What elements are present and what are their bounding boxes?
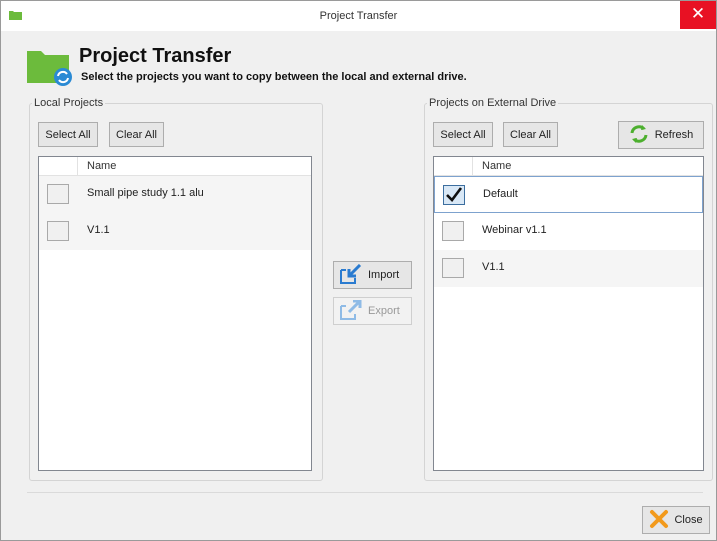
local-projects-label: Local Projects — [34, 97, 104, 109]
page-subtitle: Select the projects you want to copy bet… — [81, 71, 467, 83]
list-item[interactable]: Default — [434, 176, 703, 213]
refresh-label: Refresh — [654, 129, 694, 141]
external-projects-label: Projects on External Drive — [429, 97, 557, 109]
checkbox-cell — [39, 213, 77, 250]
checkbox-cell — [435, 177, 473, 212]
close-x-icon — [649, 509, 669, 532]
project-name: Webinar v1.1 — [482, 224, 547, 236]
footer-divider — [27, 492, 703, 493]
close-label: Close — [674, 514, 703, 526]
column-separator — [472, 157, 473, 175]
list-header: Name — [434, 157, 703, 176]
project-name: V1.1 — [87, 224, 110, 236]
list-item[interactable]: Webinar v1.1 — [434, 213, 703, 250]
row-checkbox[interactable] — [442, 258, 464, 278]
export-label: Export — [368, 305, 400, 317]
folder-sync-icon — [23, 47, 75, 90]
project-name: Default — [483, 188, 518, 200]
row-checkbox[interactable] — [47, 221, 69, 241]
row-checkbox[interactable] — [443, 185, 465, 205]
export-icon — [340, 299, 362, 323]
import-label: Import — [368, 269, 400, 281]
window-title: Project Transfer — [319, 10, 398, 22]
column-separator — [77, 157, 78, 175]
list-item[interactable]: V1.1 — [39, 213, 311, 250]
checkbox-cell — [434, 250, 472, 287]
refresh-button[interactable]: Refresh — [618, 121, 704, 149]
name-column-header: Name — [482, 160, 512, 172]
external-clear-all-button[interactable]: Clear All — [503, 122, 558, 147]
local-select-all-button[interactable]: Select All — [38, 122, 98, 147]
row-checkbox[interactable] — [442, 221, 464, 241]
project-name: Small pipe study 1.1 alu — [87, 187, 204, 199]
dialog-header: Project Transfer Select the projects you… — [1, 31, 716, 91]
row-checkbox[interactable] — [47, 184, 69, 204]
import-button[interactable]: Import — [333, 261, 412, 289]
checkbox-cell — [434, 213, 472, 250]
refresh-icon — [629, 124, 649, 147]
local-clear-all-button[interactable]: Clear All — [109, 122, 164, 147]
title-bar: Project Transfer ✕ — [1, 1, 716, 31]
export-button[interactable]: Export — [333, 297, 412, 325]
local-projects-list: Name Small pipe study 1.1 alu V1.1 — [38, 156, 312, 471]
external-projects-list: Name Default Webinar v1.1 V1.1 — [433, 156, 704, 471]
checkbox-cell — [39, 176, 77, 213]
list-item[interactable]: Small pipe study 1.1 alu — [39, 176, 311, 213]
import-icon — [340, 263, 362, 287]
page-title: Project Transfer — [79, 45, 232, 67]
close-button[interactable]: Close — [642, 506, 710, 534]
project-name: V1.1 — [482, 261, 505, 273]
external-select-all-button[interactable]: Select All — [433, 122, 493, 147]
window-close-button[interactable]: ✕ — [680, 1, 716, 29]
name-column-header: Name — [87, 160, 117, 172]
project-transfer-window: Project Transfer ✕ Project Transfer Sele… — [0, 0, 717, 541]
list-header: Name — [39, 157, 311, 176]
list-item[interactable]: V1.1 — [434, 250, 703, 287]
